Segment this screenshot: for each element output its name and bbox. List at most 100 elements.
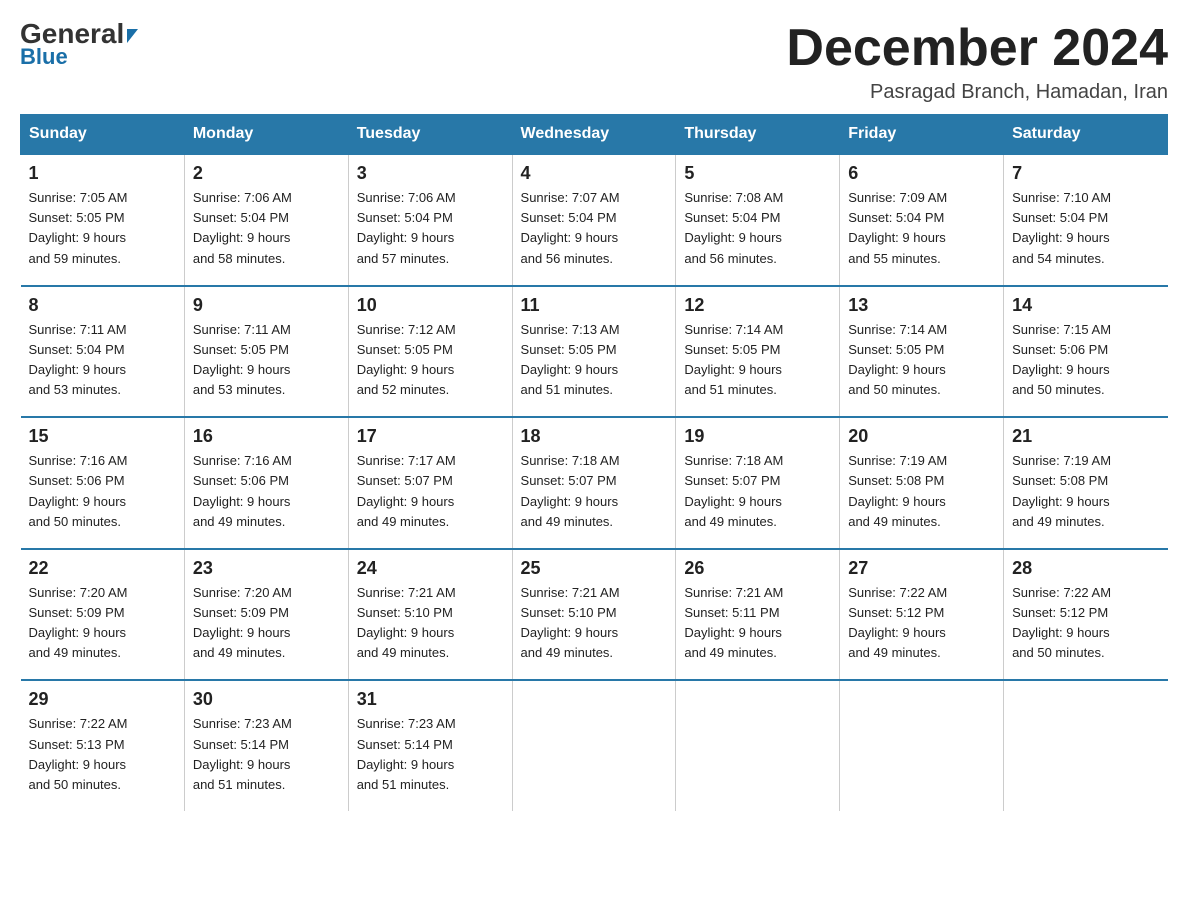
- day-info: Sunrise: 7:07 AMSunset: 5:04 PMDaylight:…: [521, 188, 668, 269]
- day-number: 31: [357, 689, 504, 710]
- day-number: 20: [848, 426, 995, 447]
- calendar-cell: 15 Sunrise: 7:16 AMSunset: 5:06 PMDaylig…: [21, 417, 185, 549]
- day-number: 12: [684, 295, 831, 316]
- day-info: Sunrise: 7:18 AMSunset: 5:07 PMDaylight:…: [521, 451, 668, 532]
- day-number: 18: [521, 426, 668, 447]
- day-info: Sunrise: 7:17 AMSunset: 5:07 PMDaylight:…: [357, 451, 504, 532]
- day-info: Sunrise: 7:22 AMSunset: 5:13 PMDaylight:…: [29, 714, 176, 795]
- day-number: 10: [357, 295, 504, 316]
- calendar-cell: 20 Sunrise: 7:19 AMSunset: 5:08 PMDaylig…: [840, 417, 1004, 549]
- day-number: 14: [1012, 295, 1159, 316]
- calendar-cell: 16 Sunrise: 7:16 AMSunset: 5:06 PMDaylig…: [184, 417, 348, 549]
- calendar-cell: 13 Sunrise: 7:14 AMSunset: 5:05 PMDaylig…: [840, 286, 1004, 418]
- day-info: Sunrise: 7:13 AMSunset: 5:05 PMDaylight:…: [521, 320, 668, 401]
- day-info: Sunrise: 7:20 AMSunset: 5:09 PMDaylight:…: [29, 583, 176, 664]
- day-number: 17: [357, 426, 504, 447]
- day-info: Sunrise: 7:14 AMSunset: 5:05 PMDaylight:…: [684, 320, 831, 401]
- day-number: 1: [29, 163, 176, 184]
- calendar-cell: [676, 680, 840, 811]
- calendar-cell: 5 Sunrise: 7:08 AMSunset: 5:04 PMDayligh…: [676, 154, 840, 286]
- day-info: Sunrise: 7:14 AMSunset: 5:05 PMDaylight:…: [848, 320, 995, 401]
- calendar-cell: 7 Sunrise: 7:10 AMSunset: 5:04 PMDayligh…: [1004, 154, 1168, 286]
- day-number: 24: [357, 558, 504, 579]
- calendar-cell: [1004, 680, 1168, 811]
- day-number: 22: [29, 558, 176, 579]
- day-number: 7: [1012, 163, 1159, 184]
- calendar-cell: 18 Sunrise: 7:18 AMSunset: 5:07 PMDaylig…: [512, 417, 676, 549]
- day-number: 16: [193, 426, 340, 447]
- calendar-cell: 9 Sunrise: 7:11 AMSunset: 5:05 PMDayligh…: [184, 286, 348, 418]
- calendar-table: SundayMondayTuesdayWednesdayThursdayFrid…: [20, 114, 1168, 811]
- calendar-cell: 23 Sunrise: 7:20 AMSunset: 5:09 PMDaylig…: [184, 549, 348, 681]
- location: Pasragad Branch, Hamadan, Iran: [786, 81, 1168, 104]
- calendar-cell: 26 Sunrise: 7:21 AMSunset: 5:11 PMDaylig…: [676, 549, 840, 681]
- week-row-1: 1 Sunrise: 7:05 AMSunset: 5:05 PMDayligh…: [21, 154, 1168, 286]
- calendar-cell: 30 Sunrise: 7:23 AMSunset: 5:14 PMDaylig…: [184, 680, 348, 811]
- day-info: Sunrise: 7:23 AMSunset: 5:14 PMDaylight:…: [193, 714, 340, 795]
- day-info: Sunrise: 7:16 AMSunset: 5:06 PMDaylight:…: [29, 451, 176, 532]
- weekday-header-monday: Monday: [184, 115, 348, 155]
- day-info: Sunrise: 7:06 AMSunset: 5:04 PMDaylight:…: [193, 188, 340, 269]
- day-number: 2: [193, 163, 340, 184]
- day-number: 3: [357, 163, 504, 184]
- calendar-cell: 1 Sunrise: 7:05 AMSunset: 5:05 PMDayligh…: [21, 154, 185, 286]
- calendar-cell: 6 Sunrise: 7:09 AMSunset: 5:04 PMDayligh…: [840, 154, 1004, 286]
- logo: General Blue: [20, 20, 138, 70]
- day-info: Sunrise: 7:06 AMSunset: 5:04 PMDaylight:…: [357, 188, 504, 269]
- day-info: Sunrise: 7:19 AMSunset: 5:08 PMDaylight:…: [1012, 451, 1159, 532]
- day-info: Sunrise: 7:15 AMSunset: 5:06 PMDaylight:…: [1012, 320, 1159, 401]
- day-number: 8: [29, 295, 176, 316]
- calendar-cell: 24 Sunrise: 7:21 AMSunset: 5:10 PMDaylig…: [348, 549, 512, 681]
- day-info: Sunrise: 7:21 AMSunset: 5:11 PMDaylight:…: [684, 583, 831, 664]
- month-title: December 2024: [786, 20, 1168, 77]
- calendar-cell: 3 Sunrise: 7:06 AMSunset: 5:04 PMDayligh…: [348, 154, 512, 286]
- day-number: 4: [521, 163, 668, 184]
- day-info: Sunrise: 7:22 AMSunset: 5:12 PMDaylight:…: [1012, 583, 1159, 664]
- day-info: Sunrise: 7:21 AMSunset: 5:10 PMDaylight:…: [357, 583, 504, 664]
- weekday-header-saturday: Saturday: [1004, 115, 1168, 155]
- calendar-cell: 11 Sunrise: 7:13 AMSunset: 5:05 PMDaylig…: [512, 286, 676, 418]
- day-info: Sunrise: 7:20 AMSunset: 5:09 PMDaylight:…: [193, 583, 340, 664]
- calendar-cell: 14 Sunrise: 7:15 AMSunset: 5:06 PMDaylig…: [1004, 286, 1168, 418]
- week-row-3: 15 Sunrise: 7:16 AMSunset: 5:06 PMDaylig…: [21, 417, 1168, 549]
- day-number: 5: [684, 163, 831, 184]
- calendar-cell: 4 Sunrise: 7:07 AMSunset: 5:04 PMDayligh…: [512, 154, 676, 286]
- week-row-4: 22 Sunrise: 7:20 AMSunset: 5:09 PMDaylig…: [21, 549, 1168, 681]
- day-info: Sunrise: 7:05 AMSunset: 5:05 PMDaylight:…: [29, 188, 176, 269]
- day-number: 23: [193, 558, 340, 579]
- day-number: 11: [521, 295, 668, 316]
- weekday-header-friday: Friday: [840, 115, 1004, 155]
- day-number: 27: [848, 558, 995, 579]
- calendar-cell: 25 Sunrise: 7:21 AMSunset: 5:10 PMDaylig…: [512, 549, 676, 681]
- day-number: 26: [684, 558, 831, 579]
- calendar-cell: 2 Sunrise: 7:06 AMSunset: 5:04 PMDayligh…: [184, 154, 348, 286]
- day-info: Sunrise: 7:12 AMSunset: 5:05 PMDaylight:…: [357, 320, 504, 401]
- day-info: Sunrise: 7:09 AMSunset: 5:04 PMDaylight:…: [848, 188, 995, 269]
- title-block: December 2024 Pasragad Branch, Hamadan, …: [786, 20, 1168, 104]
- logo-blue: Blue: [20, 44, 68, 70]
- calendar-cell: 31 Sunrise: 7:23 AMSunset: 5:14 PMDaylig…: [348, 680, 512, 811]
- day-info: Sunrise: 7:11 AMSunset: 5:05 PMDaylight:…: [193, 320, 340, 401]
- day-number: 29: [29, 689, 176, 710]
- day-number: 30: [193, 689, 340, 710]
- day-number: 15: [29, 426, 176, 447]
- day-info: Sunrise: 7:19 AMSunset: 5:08 PMDaylight:…: [848, 451, 995, 532]
- day-info: Sunrise: 7:18 AMSunset: 5:07 PMDaylight:…: [684, 451, 831, 532]
- calendar-cell: [512, 680, 676, 811]
- day-info: Sunrise: 7:22 AMSunset: 5:12 PMDaylight:…: [848, 583, 995, 664]
- calendar-cell: 17 Sunrise: 7:17 AMSunset: 5:07 PMDaylig…: [348, 417, 512, 549]
- calendar-cell: 22 Sunrise: 7:20 AMSunset: 5:09 PMDaylig…: [21, 549, 185, 681]
- calendar-cell: [840, 680, 1004, 811]
- calendar-cell: 10 Sunrise: 7:12 AMSunset: 5:05 PMDaylig…: [348, 286, 512, 418]
- week-row-2: 8 Sunrise: 7:11 AMSunset: 5:04 PMDayligh…: [21, 286, 1168, 418]
- page-header: General Blue December 2024 Pasragad Bran…: [20, 20, 1168, 104]
- day-info: Sunrise: 7:10 AMSunset: 5:04 PMDaylight:…: [1012, 188, 1159, 269]
- day-info: Sunrise: 7:08 AMSunset: 5:04 PMDaylight:…: [684, 188, 831, 269]
- day-number: 9: [193, 295, 340, 316]
- calendar-cell: 28 Sunrise: 7:22 AMSunset: 5:12 PMDaylig…: [1004, 549, 1168, 681]
- weekday-header-tuesday: Tuesday: [348, 115, 512, 155]
- calendar-cell: 12 Sunrise: 7:14 AMSunset: 5:05 PMDaylig…: [676, 286, 840, 418]
- weekday-header-row: SundayMondayTuesdayWednesdayThursdayFrid…: [21, 115, 1168, 155]
- day-info: Sunrise: 7:11 AMSunset: 5:04 PMDaylight:…: [29, 320, 176, 401]
- calendar-cell: 27 Sunrise: 7:22 AMSunset: 5:12 PMDaylig…: [840, 549, 1004, 681]
